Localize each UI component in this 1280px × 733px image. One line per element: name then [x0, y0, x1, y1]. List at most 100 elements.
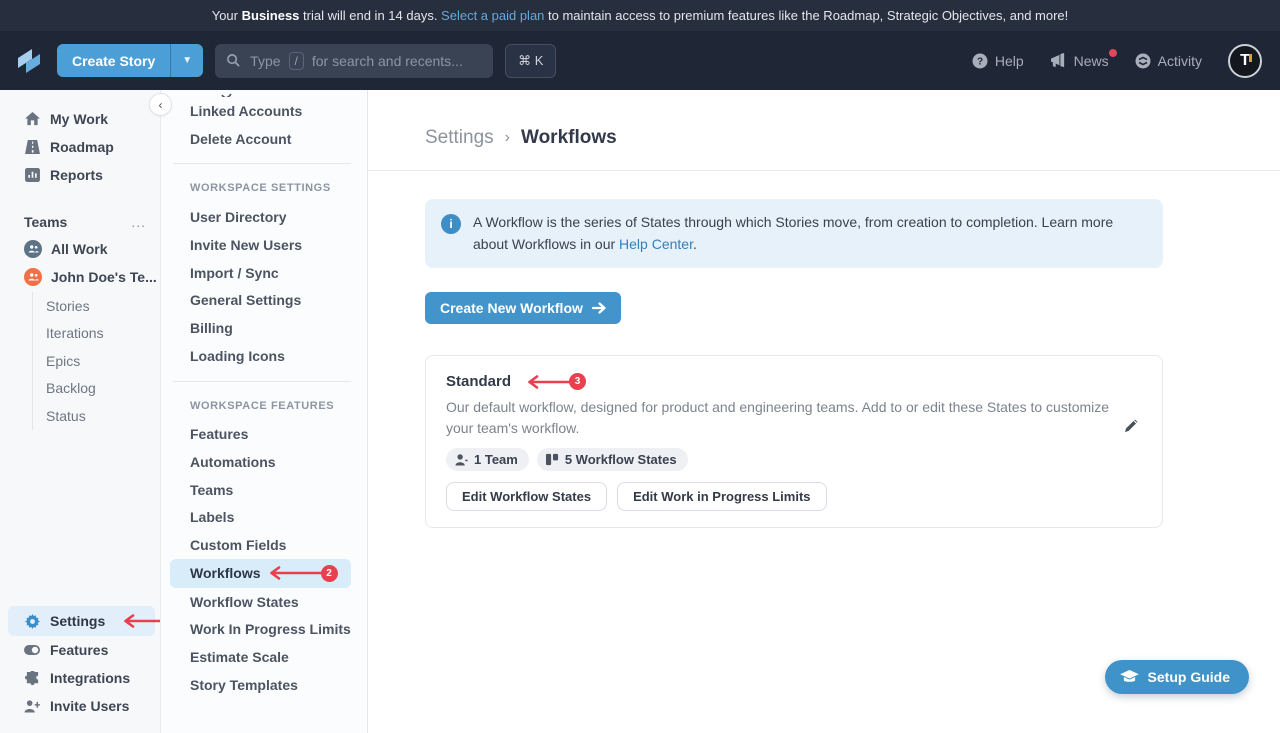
- graduation-cap-icon: [1120, 670, 1139, 685]
- workflow-card-standard: Standard 3 Our default workflow, designe…: [425, 355, 1163, 528]
- collapse-sidebar-button[interactable]: ‹: [149, 93, 172, 116]
- sidebar-item-epics[interactable]: Epics: [46, 347, 160, 375]
- bar-chart-icon: [24, 168, 40, 182]
- edit-workflow-states-button[interactable]: Edit Workflow States: [446, 482, 607, 511]
- settings-nav-item-work-in-progress-limits[interactable]: Work In Progress Limits: [161, 616, 367, 644]
- home-icon: [24, 112, 40, 126]
- puzzle-icon: [24, 671, 40, 686]
- settings-nav-item-teams[interactable]: Teams: [161, 476, 367, 504]
- settings-nav-item-workflow-states[interactable]: Workflow States: [161, 588, 367, 616]
- sidebar-item-label: My Work: [50, 111, 108, 127]
- sidebar-item-features[interactable]: Features: [0, 636, 160, 664]
- sidebar-spacer: [0, 430, 160, 607]
- team-avatar-icon: [24, 240, 42, 258]
- sidebar-item-invite-users[interactable]: Invite Users: [0, 692, 160, 720]
- settings-nav-item-loading-icons[interactable]: Loading Icons: [161, 342, 367, 370]
- annotation-number: 3: [569, 373, 586, 390]
- settings-nav-item-features[interactable]: Features: [161, 421, 367, 449]
- pencil-icon: [1123, 418, 1139, 434]
- red-arrow-icon: [268, 566, 324, 580]
- workflow-states-label: 5 Workflow States: [565, 452, 677, 467]
- news-notification-dot: [1109, 49, 1117, 57]
- sidebar-item-reports[interactable]: Reports: [0, 161, 160, 189]
- sidebar-item-status[interactable]: Status: [46, 402, 160, 430]
- select-paid-plan-link[interactable]: Select a paid plan: [441, 8, 544, 23]
- avatar-accent-mark: [1249, 54, 1252, 62]
- sidebar-item-label: Roadmap: [50, 139, 114, 155]
- teams-section-header: Teams ...: [0, 209, 160, 235]
- user-avatar[interactable]: T: [1228, 44, 1262, 78]
- breadcrumb-separator: ›: [505, 129, 510, 147]
- slash-key-hint: /: [289, 52, 304, 70]
- settings-nav-item-user-directory[interactable]: User Directory: [161, 203, 367, 231]
- edit-wip-limits-button[interactable]: Edit Work in Progress Limits: [617, 482, 826, 511]
- settings-nav-item-story-templates[interactable]: Story Templates: [161, 671, 367, 699]
- settings-nav-item-import-sync[interactable]: Import / Sync: [161, 259, 367, 287]
- main-content: Settings › Workflows i A Workflow is the…: [368, 90, 1280, 733]
- news-button[interactable]: News: [1050, 53, 1109, 69]
- workspace-settings-header: WORKSPACE SETTINGS: [161, 175, 367, 201]
- sidebar-item-label: Integrations: [50, 670, 130, 686]
- sidebar-team-all-work[interactable]: All Work: [0, 235, 160, 263]
- help-button[interactable]: ? Help: [972, 53, 1024, 69]
- edit-workflow-button[interactable]: [1123, 418, 1139, 434]
- search-placeholder: Type: [250, 53, 280, 69]
- annotation-number: 2: [321, 565, 338, 582]
- settings-nav-item-automations[interactable]: Automations: [161, 448, 367, 476]
- settings-nav-item-estimate-scale[interactable]: Estimate Scale: [161, 643, 367, 671]
- create-story-button[interactable]: Create Story: [57, 44, 170, 77]
- info-text: A Workflow is the series of States throu…: [473, 212, 1133, 255]
- sidebar-item-my-work[interactable]: My Work: [0, 105, 160, 133]
- news-label: News: [1074, 53, 1109, 69]
- sidebar-item-roadmap[interactable]: Roadmap: [0, 133, 160, 161]
- topbar-right-group: ? Help News Activity T: [972, 44, 1262, 78]
- activity-button[interactable]: Activity: [1135, 53, 1202, 69]
- top-bar: Create Story ▼ Type / for search and rec…: [0, 31, 1280, 90]
- create-new-workflow-button[interactable]: Create New Workflow: [425, 292, 621, 324]
- trial-banner: Your Business trial will end in 14 days.…: [0, 0, 1280, 31]
- settings-nav-item-delete-account[interactable]: Delete Account: [161, 125, 367, 153]
- sidebar-item-stories[interactable]: Stories: [46, 292, 160, 320]
- settings-nav-item-labels[interactable]: Labels: [161, 504, 367, 532]
- toggle-icon: [24, 645, 40, 655]
- help-center-link[interactable]: Help Center: [619, 236, 693, 252]
- team-count-badge: 1 Team: [446, 448, 529, 471]
- page-title: Workflows: [521, 127, 617, 149]
- cmd-k-shortcut-hint[interactable]: ⌘ K: [505, 44, 556, 78]
- settings-nav-item-custom-fields[interactable]: Custom Fields: [161, 531, 367, 559]
- settings-nav-item-billing[interactable]: Billing: [161, 314, 367, 342]
- info-icon: i: [441, 214, 461, 234]
- team-count-label: 1 Team: [474, 452, 518, 467]
- breadcrumb-bar: Settings › Workflows: [368, 90, 1280, 171]
- setup-guide-button[interactable]: Setup Guide: [1105, 660, 1249, 694]
- settings-nav-item-general-settings[interactable]: General Settings: [161, 286, 367, 314]
- sidebar-item-backlog[interactable]: Backlog: [46, 375, 160, 403]
- clipped-menu-item-fragment: [161, 90, 367, 97]
- annotation-2: 2: [268, 565, 338, 582]
- workflow-description: Our default workflow, designed for produ…: [446, 397, 1118, 439]
- teams-label: Teams: [24, 214, 67, 230]
- workflow-states-badge: 5 Workflow States: [537, 448, 688, 471]
- search-placeholder: for search and recents...: [312, 53, 463, 69]
- settings-nav: ‹ Linked Accounts Delete Account WORKSPA…: [160, 90, 368, 733]
- sidebar-bottom-group: Settings 1 Features Integrations: [0, 606, 160, 720]
- svg-text:?: ?: [977, 56, 983, 67]
- sidebar-item-settings[interactable]: Settings 1: [8, 606, 155, 636]
- sidebar-item-integrations[interactable]: Integrations: [0, 664, 160, 692]
- shortcut-logo-icon[interactable]: [14, 46, 44, 76]
- help-icon: ?: [972, 53, 988, 69]
- settings-nav-item-invite-new-users[interactable]: Invite New Users: [161, 231, 367, 259]
- sidebar-team-john-does-team[interactable]: John Doe's Te...: [0, 263, 160, 291]
- megaphone-icon: [1050, 53, 1067, 68]
- teams-menu-button[interactable]: ...: [131, 214, 146, 230]
- search-input[interactable]: Type / for search and recents...: [215, 44, 493, 78]
- sidebar-item-iterations[interactable]: Iterations: [46, 320, 160, 348]
- annotation-3: 3: [526, 373, 586, 390]
- roadmap-icon: [24, 140, 40, 154]
- breadcrumb-settings[interactable]: Settings: [425, 127, 494, 149]
- settings-nav-item-workflows[interactable]: Workflows 2: [170, 559, 351, 588]
- settings-nav-item-linked-accounts[interactable]: Linked Accounts: [161, 97, 367, 125]
- create-story-caret[interactable]: ▼: [171, 44, 203, 77]
- red-arrow-icon: [526, 375, 572, 389]
- team-avatar-icon: [24, 268, 42, 286]
